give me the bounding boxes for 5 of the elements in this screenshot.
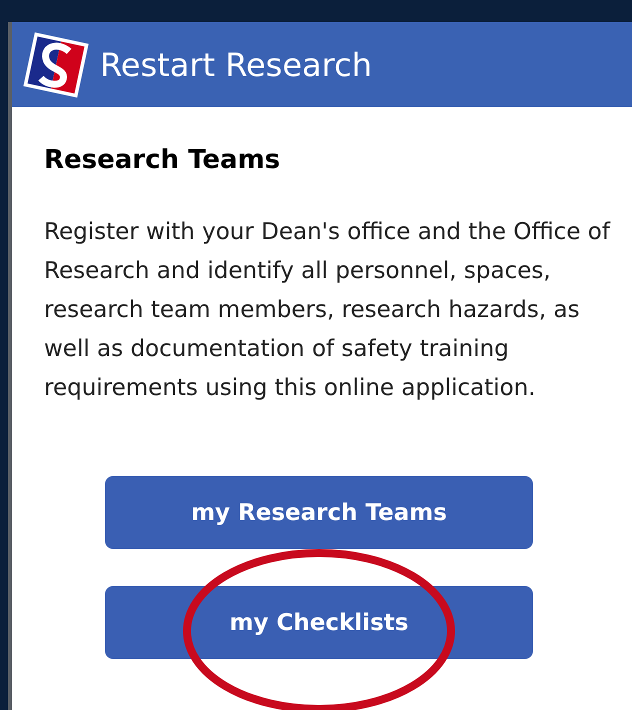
section-heading: Research Teams — [44, 145, 282, 175]
section-description: Register with your Dean's office and the Office of Research and identify all personnel, spaces, research team members, research hazards, as well as documentation of safety training requirements using this online application. — [44, 218, 612, 403]
nav-button[interactable]: my Checklists — [105, 586, 533, 659]
app-title: Restart Research — [100, 46, 372, 84]
nav-button[interactable]: my Research Teams — [105, 476, 533, 549]
